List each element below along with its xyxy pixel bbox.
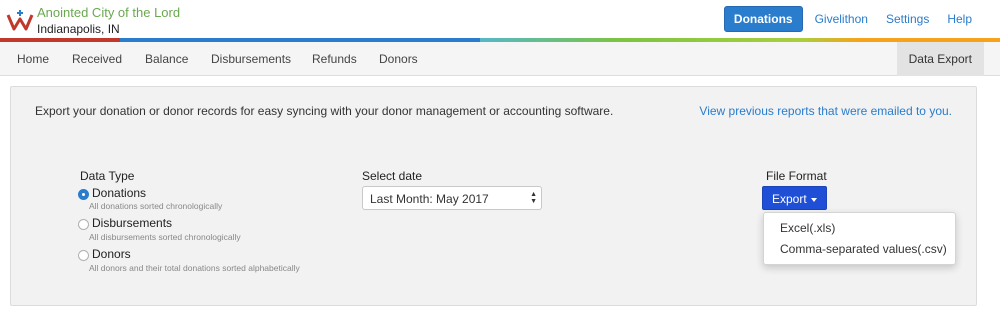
- top-nav: Donations Givelithon Settings Help: [723, 6, 1000, 32]
- tab-home[interactable]: Home: [17, 52, 49, 66]
- sub-navigation: Home Received Balance Disbursements Refu…: [0, 42, 1000, 76]
- org-name[interactable]: Anointed City of the Lord: [37, 5, 180, 20]
- data-type-label: Data Type: [80, 169, 135, 183]
- export-button-label: Export: [772, 192, 807, 206]
- tab-donors[interactable]: Donors: [379, 52, 418, 66]
- previous-reports-link[interactable]: View previous reports that were emailed …: [699, 104, 952, 118]
- tab-refunds[interactable]: Refunds: [312, 52, 357, 66]
- select-date-label: Select date: [362, 169, 423, 183]
- tab-disbursements[interactable]: Disbursements: [211, 52, 291, 66]
- donations-button[interactable]: Donations: [723, 6, 803, 32]
- intro-text: Export your donation or donor records fo…: [35, 104, 614, 118]
- radio-donations[interactable]: [78, 189, 89, 200]
- option-donors-label[interactable]: Donors: [92, 247, 131, 261]
- help-link[interactable]: Help: [947, 12, 972, 26]
- file-format-label: File Format: [766, 169, 827, 183]
- radio-donors[interactable]: [78, 250, 89, 261]
- export-option-xls[interactable]: Excel(.xls): [780, 221, 835, 235]
- option-disbursements-label[interactable]: Disbursements: [92, 216, 172, 230]
- option-donations-description: All donations sorted chronologically: [89, 201, 223, 211]
- option-disbursements-description: All disbursements sorted chronologically: [89, 232, 241, 242]
- givelithon-link[interactable]: Givelithon: [815, 12, 868, 26]
- date-select[interactable]: Last Month: May 2017 ▲ ▼: [362, 186, 542, 210]
- header: Anointed City of the Lord Indianapolis, …: [0, 0, 1000, 38]
- date-select-value: Last Month: May 2017: [370, 192, 489, 206]
- radio-disbursements[interactable]: [78, 219, 89, 230]
- select-arrows-icon: ▲ ▼: [530, 191, 537, 205]
- tab-data-export[interactable]: Data Export: [896, 42, 984, 76]
- settings-link[interactable]: Settings: [886, 12, 929, 26]
- export-format-dropdown: Excel(.xls) Comma-separated values(.csv): [763, 212, 956, 265]
- logo-icon[interactable]: [6, 9, 34, 33]
- export-button[interactable]: Export: [762, 186, 827, 210]
- export-option-csv[interactable]: Comma-separated values(.csv): [780, 242, 947, 256]
- data-export-panel: Export your donation or donor records fo…: [10, 86, 977, 306]
- option-donations-label[interactable]: Donations: [92, 186, 146, 200]
- tab-received[interactable]: Received: [72, 52, 122, 66]
- org-location: Indianapolis, IN: [37, 22, 120, 36]
- caret-down-icon: [810, 197, 817, 202]
- tab-balance[interactable]: Balance: [145, 52, 188, 66]
- option-donors-description: All donors and their total donations sor…: [89, 263, 300, 273]
